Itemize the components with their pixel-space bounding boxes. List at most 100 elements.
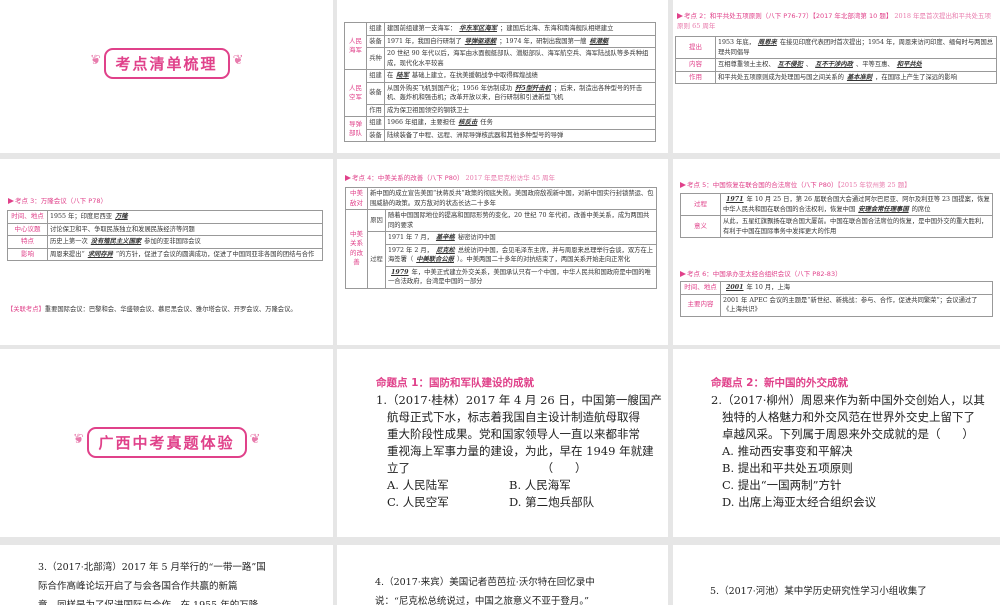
slide-section-title-2[interactable]: 广西中考真题体验 bbox=[0, 349, 333, 537]
row-sublabel: 组建 bbox=[366, 22, 385, 36]
row-label: 中美敌对 bbox=[345, 187, 368, 210]
answer-blank: 华东军区海军 bbox=[459, 25, 498, 32]
table-row: 作用 和平共处五项原则成为处理国与国之间关系的 基本准则 ，在国际上产生了深远的影响 bbox=[675, 70, 997, 84]
content-text: 从此，五星红旗飘扬在联合国大厦前。中国在联合国合法席位的恢复，是中国外交的重大胜… bbox=[723, 218, 988, 235]
row-label: 主要内容 bbox=[680, 293, 721, 317]
content-text: 新中国的成立宣告美国“扶蒋反共”政策的彻底失败。美国政府敌视新中国，对新中国实行… bbox=[370, 190, 654, 207]
question-options: A. 人民陆军 B. 人民海军 C. 人民空军 D. 第二炮兵部队 bbox=[376, 477, 631, 511]
content-text: 的席位 bbox=[911, 205, 931, 213]
row-sublabel: 装备 bbox=[366, 34, 385, 48]
answer-blank: 1979 bbox=[391, 268, 409, 276]
answer-blank: 尼克松 bbox=[435, 246, 455, 254]
answer-option[interactable]: A. 推动西安事变和平解决 bbox=[722, 443, 966, 460]
table-row: 过程 1971 年 7 月， 基辛格 秘密访问中国 bbox=[346, 231, 657, 289]
table-row: 1972 年 2 月， 尼克松 总统访问中国，会见毛泽东主席，并与周恩来总理举行会谈… bbox=[346, 243, 657, 267]
slide-sino-us[interactable]: 考点 4：中美关系的改善（八下 P80） 2017 年是尼克松访华 45 周年 … bbox=[337, 159, 668, 345]
answer-option[interactable]: D. 出席上海亚太经合组织会议 bbox=[722, 494, 966, 511]
question-3: 3.（2017·北部湾）2017 年 5 月举行的“一带一路”国 际合作高峰论坛开… bbox=[38, 558, 266, 605]
answer-blank: 互不干涉内政 bbox=[815, 61, 853, 68]
table-row: 特点 历史上第一次 没有殖民主义国家 参加的亚非国际会议 bbox=[7, 235, 323, 249]
slide-question-1[interactable]: 命题点 1：国防和军队建设的成就 1.（2017·桂林）2017 年 4 月 26… bbox=[337, 349, 668, 537]
table-row: 装备 从国外购买飞机到国产化；1956 年仿制成功 歼5型歼击机 ；后来，制造出各种型… bbox=[345, 81, 656, 105]
answer-option[interactable]: A. 人民陆军 bbox=[387, 477, 509, 494]
row-content: 20 世纪 90 年代以后，海军由水面舰艇部队、潜艇部队、海军航空兵、海军陆战队… bbox=[384, 47, 656, 70]
topic-header: 考点 3：万隆会议（八下 P78） bbox=[8, 196, 107, 206]
row-content: 建国前组建第一支海军： 华东军区海军 ；建国后北海、东海和南海舰队相继建立 bbox=[384, 22, 656, 36]
slide-question-3[interactable]: 3.（2017·北部湾）2017 年 5 月举行的“一带一路”国 际合作高峰论坛开… bbox=[0, 545, 333, 605]
slide-section-title[interactable]: 考点清单梳理 bbox=[0, 0, 333, 153]
content-text: 基础上建立，在抗美援朝战争中取得辉煌战绩 bbox=[411, 72, 538, 79]
slide-question-2[interactable]: 命题点 2：新中国的外交成就 2.（2017·柳州）周恩来作为新中国外交创始人，以… bbox=[673, 349, 1000, 537]
question-line: 重视海上军事力量的建设，为此，早在 1949 年就建 bbox=[387, 444, 654, 458]
row-content: 新中国的成立宣告美国“扶蒋反共”政策的彻底失败。美国政府敌视新中国，对新中国实行… bbox=[367, 187, 657, 210]
answer-blank: 互不侵犯 bbox=[777, 61, 803, 68]
apec-table: 时间、地点 2001 年 10 月，上海 主要内容 2001 年 APEC 会议的主题是… bbox=[680, 281, 993, 317]
row-label: 作用 bbox=[675, 70, 716, 84]
answer-blank: 基辛格 bbox=[435, 234, 455, 241]
row-label: 人民空军 bbox=[344, 69, 367, 117]
question-line: 5.（2017·河池）某中学历史研究性学习小组收集了 bbox=[710, 586, 927, 597]
answer-blank: 核反击 bbox=[458, 119, 478, 126]
slide-five-principles[interactable]: 考点 2：和平共处五项原则（八下 P76-77）【2017 年北部湾第 10 题… bbox=[673, 0, 1000, 153]
play-triangle-icon bbox=[8, 198, 14, 204]
table-row: 时间、地点 1955 年；印度尼西亚 万隆 bbox=[7, 210, 323, 224]
play-triangle-icon bbox=[680, 271, 686, 277]
slide-bandung[interactable]: 考点 3：万隆会议（八下 P78） 时间、地点 1955 年；印度尼西亚 万隆 中心议… bbox=[0, 159, 333, 345]
content-text: 年，中美正式建立外交关系，美国承认只有一个中国，中华人民共和国政府是中国的唯一合… bbox=[388, 268, 651, 286]
table-row: 兵种 20 世纪 90 年代以后，海军由水面舰艇部队、潜艇部队、海军航空兵、海军陆… bbox=[345, 47, 656, 70]
slide-un-apec[interactable]: 考点 5：中国恢复在联合国的合法席位（八下 P80）【2015 年钦州第 25 … bbox=[673, 159, 1000, 345]
row-content: 讨论保卫和平、争取民族独立和发展民族经济等问题 bbox=[47, 222, 323, 236]
answer-option[interactable]: C. 人民空军 bbox=[387, 494, 509, 511]
answer-blank: 和平共处 bbox=[896, 61, 922, 68]
topic-header: 考点 6：中国承办亚太经合组织会议（八下 P82-83） bbox=[680, 269, 842, 279]
answer-blank: 1971 bbox=[726, 196, 744, 203]
answer-option[interactable]: C. 提出“一国两制”方针 bbox=[722, 477, 966, 494]
content-text: 1971 年，我国自行研制了 bbox=[387, 37, 462, 45]
question-line: 航母正式下水，标志着我国自主设计制造航母取得 bbox=[387, 410, 640, 424]
table-row: 导弹部队 组建 1966 年组建，主要担任 核反击 任务 bbox=[344, 116, 656, 142]
related-points: 【关联考点】重要国际会议：巴黎和会、华盛顿会议、慕尼黑会议、雅尔塔会议、开罗会议… bbox=[7, 304, 297, 313]
slide-question-4[interactable]: 4.（2017·来宾）美国记者芭芭拉·沃尔特在回忆录中 说：“尼克松总统说过，中国… bbox=[337, 545, 668, 605]
table-row: 主要内容 2001 年 APEC 会议的主题是“新世纪、新挑战：参与、合作，促进共… bbox=[680, 293, 993, 317]
content-text: 从国外购买飞机到国产化；1956 年仿制成功 bbox=[387, 84, 513, 92]
question-line: 1.（2017·桂林）2017 年 4 月 26 日，中国第一艘国产 bbox=[376, 393, 662, 407]
content-text: 互相尊重领土主权、 bbox=[718, 61, 775, 68]
row-label: 影响 bbox=[7, 247, 48, 261]
content-text: 讨论保卫和平、争取民族独立和发展民族经济等问题 bbox=[50, 225, 195, 233]
question-heading: 命题点 2：新中国的外交成就 bbox=[711, 377, 848, 389]
slide-military-table[interactable]: 人民海军 组建 建国前组建第一支海军： 华东军区海军 ；建国后北海、东海和南海舰队相继建… bbox=[337, 0, 668, 153]
table-row: 作用 成为保卫祖国领空的钢铁卫士 bbox=[345, 103, 656, 117]
row-label: 中心议题 bbox=[7, 222, 48, 236]
answer-option[interactable]: D. 第二炮兵部队 bbox=[509, 494, 631, 511]
slide-question-5[interactable]: 5.（2017·河池）某中学历史研究性学习小组收集了 bbox=[673, 545, 1000, 605]
topic-note: 【2015 年钦州第 25 题】 bbox=[837, 181, 911, 189]
topic-title: 考点 4：中美关系的改善（八下 P80） bbox=[352, 174, 464, 182]
row-sublabel: 装备 bbox=[366, 81, 385, 105]
row-content: 互相尊重领土主权、 互不侵犯、互不干涉内政 、平等互惠、 和平共处 bbox=[715, 58, 997, 72]
answer-blank: 导弹驱逐舰 bbox=[464, 37, 497, 45]
content-text: 1971 年 7 月， bbox=[388, 234, 433, 241]
answer-blank: 万隆 bbox=[115, 213, 128, 220]
content-text: 陆续装备了中程、远程、洲际导弹核武器和其他多种型号的导弹 bbox=[387, 131, 564, 139]
answer-option[interactable]: B. 人民海军 bbox=[509, 477, 631, 494]
content-text: ；1974 年，研制出我国第一艘 bbox=[499, 37, 587, 45]
content-text: ；建国后北海、东海和南海舰队相继建立 bbox=[500, 25, 614, 32]
row-content: 1971 年，我国自行研制了 导弹驱逐舰 ；1974 年，研制出我国第一艘 核潜艇 bbox=[384, 34, 656, 48]
topic-note: 2017 年是尼克松访华 45 周年 bbox=[465, 174, 556, 182]
question-line: 卓越风采。下列属于周恩来外交成就的是（ ） bbox=[722, 427, 974, 441]
content-text: 年 10 月，上海 bbox=[746, 284, 791, 291]
question-1: 命题点 1：国防和军队建设的成就 1.（2017·桂林）2017 年 4 月 26… bbox=[376, 375, 662, 511]
row-content: 历史上第一次 没有殖民主义国家 参加的亚非国际会议 bbox=[47, 235, 323, 249]
answer-option[interactable]: B. 提出和平共处五项原则 bbox=[722, 460, 966, 477]
topic-header: 考点 4：中美关系的改善（八下 P80） 2017 年是尼克松访华 45 周年 bbox=[345, 173, 555, 183]
row-content: 从国外购买飞机到国产化；1956 年仿制成功 歼5型歼击机 ；后来，制造出各种型号的… bbox=[384, 81, 656, 105]
content-text: 20 世纪 90 年代以后，海军由水面舰艇部队、潜艇部队、海军航空兵、海军陆战队… bbox=[387, 50, 649, 67]
row-label: 意义 bbox=[680, 215, 721, 238]
five-principles-table: 提出 1953 年底， 周恩来 在接见印度代表团时首次提出；1954 年，周恩来访问印… bbox=[675, 36, 997, 84]
table-row: 装备 陆续装备了中程、远程、洲际导弹核武器和其他多种型号的导弹 bbox=[345, 128, 656, 142]
question-4: 4.（2017·来宾）美国记者芭芭拉·沃尔特在回忆录中 说：“尼克松总统说过，中国… bbox=[375, 573, 595, 605]
content-text: 历史上第一次 bbox=[50, 238, 88, 245]
topic-header: 考点 2：和平共处五项原则（八下 P76-77）【2017 年北部湾第 10 题… bbox=[677, 11, 995, 31]
content-text: 1953 年底， bbox=[718, 39, 755, 46]
answer-blank: 中美联合公报 bbox=[416, 256, 454, 263]
